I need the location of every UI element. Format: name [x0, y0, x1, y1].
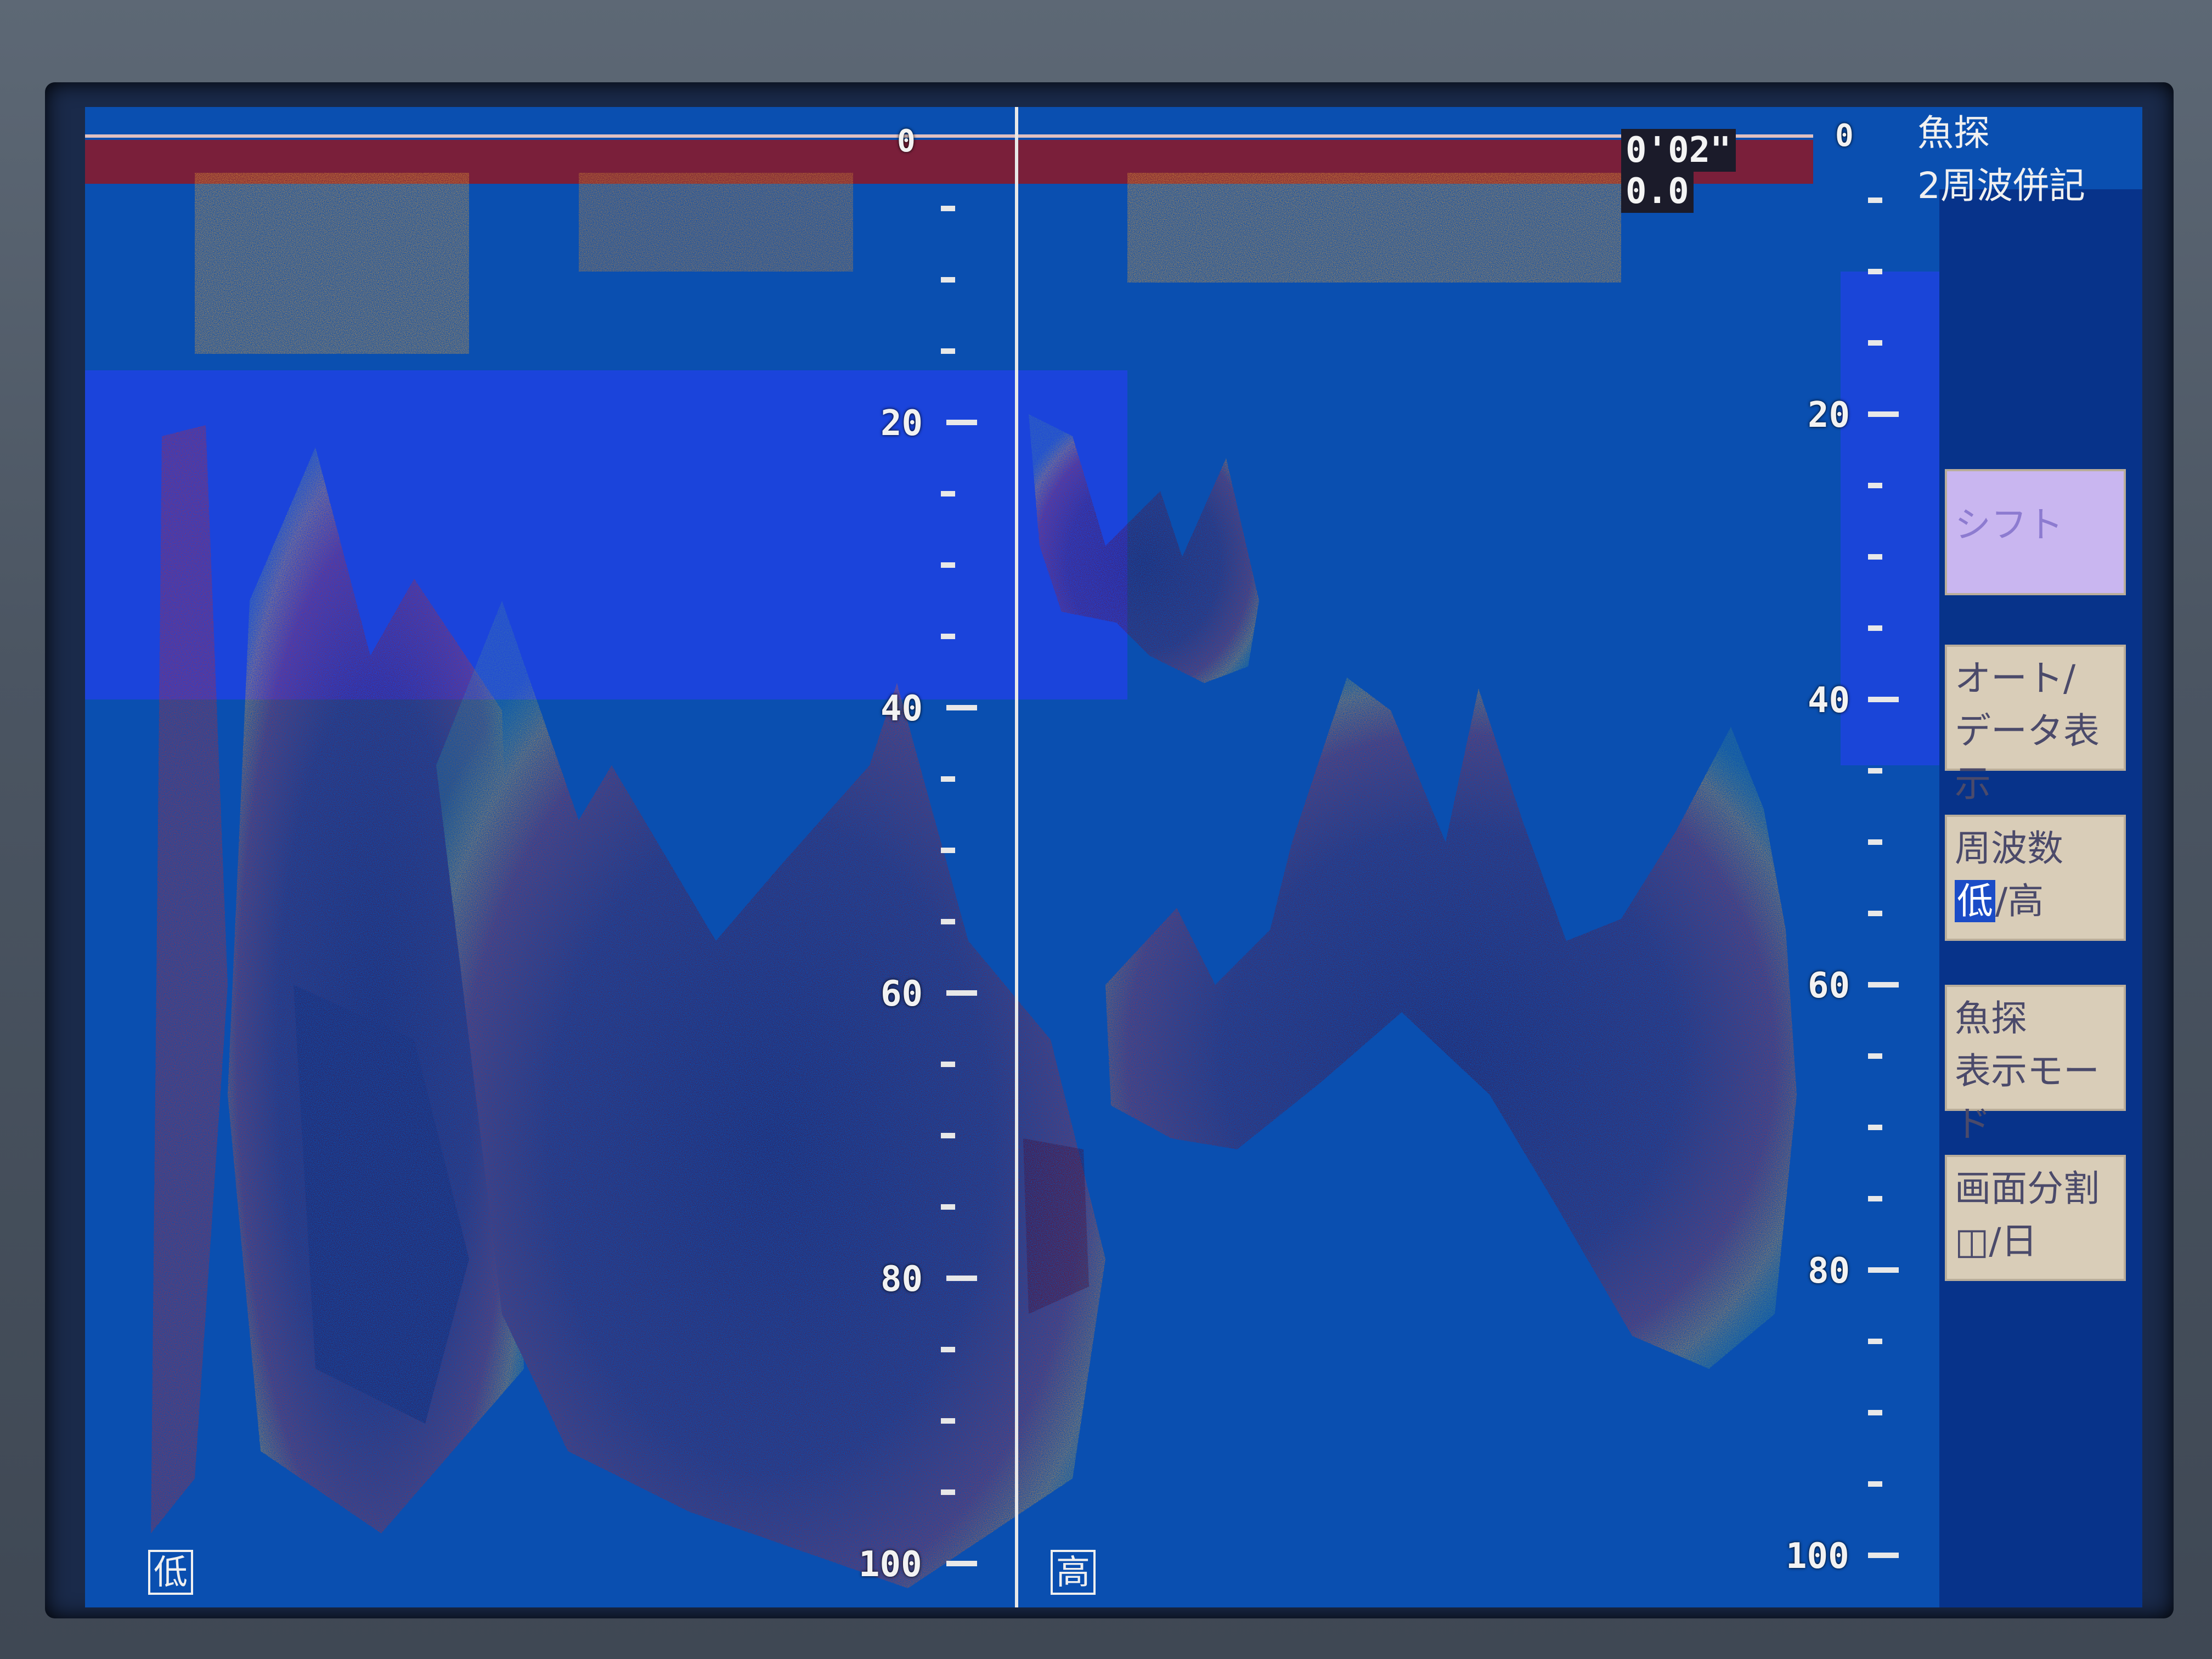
mode-title-line1: 魚探 [1917, 112, 1990, 154]
high-frequency-mark: 高 [1051, 1550, 1096, 1595]
auto-data-label-line1: オート/ [1955, 657, 2076, 699]
frequency-high-option: /高 [1995, 880, 2044, 922]
frequency-low-selected: 低 [1955, 880, 1995, 922]
shift-button-label: シフト [1955, 504, 2063, 546]
left-depth-label-80: 80 [881, 1259, 923, 1300]
display-mode-label-line2: 表示モード [1955, 1050, 2100, 1145]
time-readout: 0'02" [1621, 129, 1736, 172]
left-depth-label-100: 100 [859, 1544, 922, 1585]
surface-line [85, 134, 1813, 138]
auto-data-label-line2: データ表示 [1955, 710, 2100, 805]
auto-data-display-button[interactable]: オート/ データ表示 [1945, 645, 2126, 805]
low-frequency-mark: 低 [148, 1550, 194, 1595]
pane-divider [1015, 107, 1018, 1607]
screen-split-label-line2: ◫/日 [1955, 1220, 2038, 1262]
right-depth-label-20: 20 [1808, 395, 1850, 436]
screen-split-label-line1: 画面分割 [1955, 1167, 2100, 1210]
right-zero-mark: 0 [1835, 118, 1854, 154]
left-depth-label-40: 40 [881, 689, 923, 729]
screen-split-button[interactable]: 画面分割 ◫/日 [1945, 1155, 2126, 1281]
frequency-label-line2: 低/高 [1955, 875, 2116, 928]
left-zero-mark: 0 [897, 123, 916, 159]
mode-title: 魚探 2周波併記 [1917, 107, 2142, 212]
left-depth-label-20: 20 [881, 403, 923, 444]
right-depth-label-100: 100 [1786, 1536, 1849, 1577]
shift-button[interactable]: シフト [1945, 469, 2126, 595]
frequency-button[interactable]: 周波数 低/高 [1945, 815, 2126, 941]
mode-title-line2: 2周波併記 [1917, 165, 2085, 207]
right-depth-label-80: 80 [1808, 1251, 1850, 1291]
left-depth-label-60: 60 [881, 974, 923, 1014]
right-depth-label-40: 40 [1808, 680, 1850, 721]
fish-finder-display-mode-button[interactable]: 魚探 表示モード [1945, 985, 2126, 1145]
frequency-label-line1: 周波数 [1955, 827, 2063, 870]
value-readout: 0.0 [1621, 170, 1694, 213]
echogram-display [85, 107, 2142, 1607]
display-mode-label-line1: 魚探 [1955, 997, 2027, 1040]
sonar-screen: 20 40 60 80 100 20 40 60 80 100 0 0 0'02… [85, 107, 2142, 1607]
right-depth-label-60: 60 [1808, 966, 1850, 1006]
